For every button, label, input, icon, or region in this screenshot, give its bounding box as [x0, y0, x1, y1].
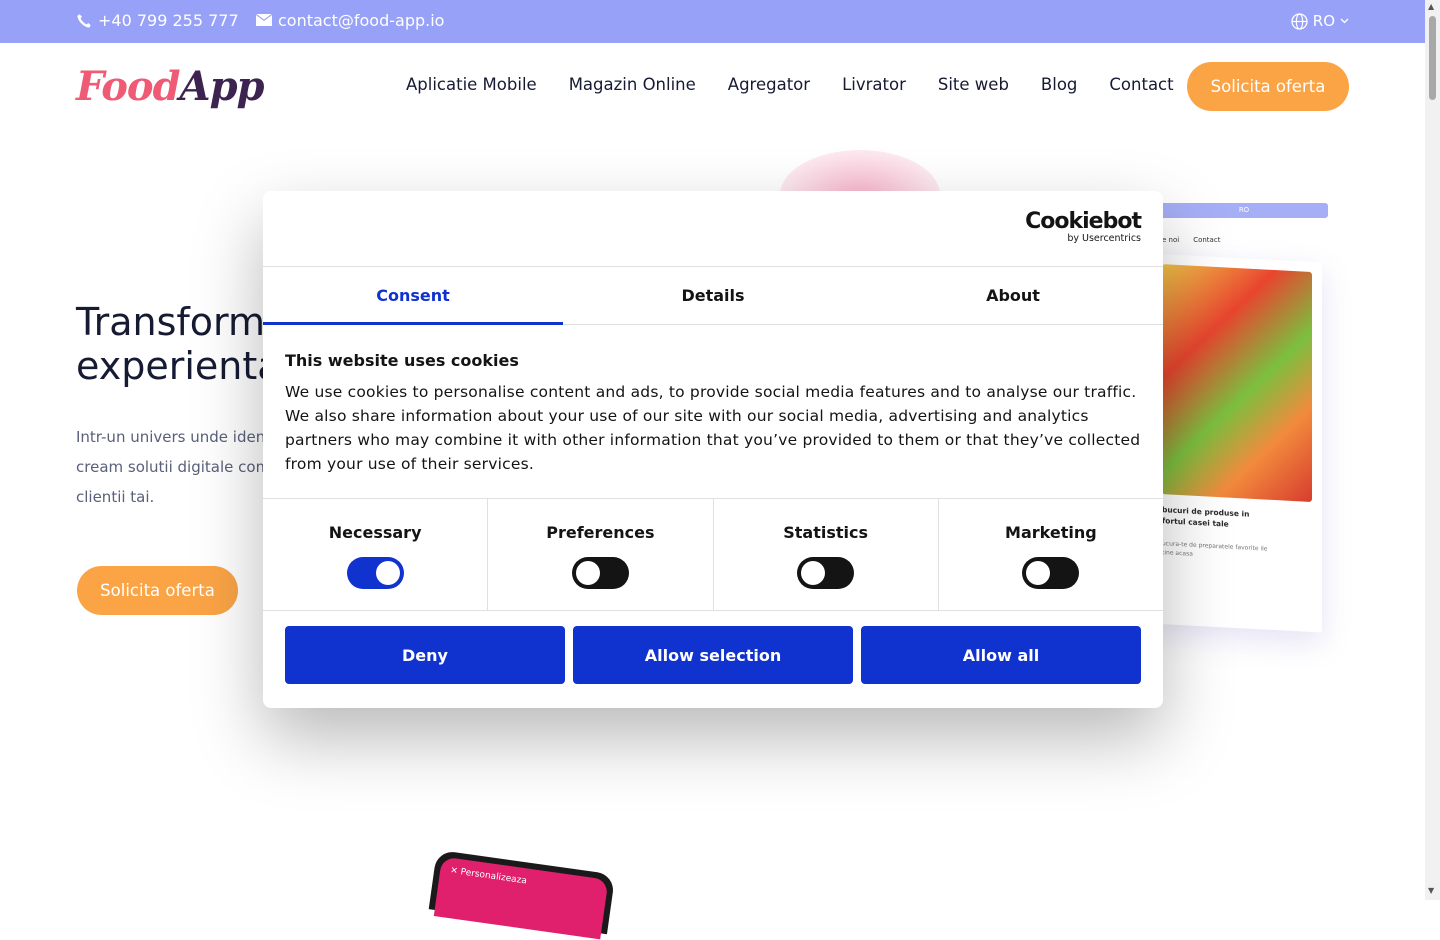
website-mockup: RO e noi Contact bucuri de produse in fo…	[1150, 203, 1330, 633]
chevron-down-icon	[1340, 18, 1349, 24]
nav-site-web[interactable]: Site web	[938, 75, 1009, 94]
foodapp-logo[interactable]: FoodApp	[76, 63, 265, 110]
nav-agregator[interactable]: Agregator	[728, 75, 810, 94]
allow-all-button[interactable]: Allow all	[861, 626, 1141, 684]
tab-details[interactable]: Details	[563, 267, 863, 324]
nav-contact[interactable]: Contact	[1109, 75, 1173, 94]
mockup-topbar: RO	[1160, 203, 1328, 218]
site-header: FoodApp Aplicatie Mobile Magazin Online …	[0, 43, 1425, 131]
cookie-consent-dialog: Cookiebot by Usercentrics Consent Detail…	[263, 191, 1163, 708]
tab-consent[interactable]: Consent	[263, 267, 563, 325]
globe-icon	[1291, 12, 1308, 30]
hero-title-line2: experienta	[76, 344, 281, 388]
dialog-header: Cookiebot by Usercentrics	[263, 191, 1163, 267]
phone-contact[interactable]: +40 799 255 777	[76, 11, 239, 30]
top-contact-bar: +40 799 255 777 contact@food-app.io RO	[0, 0, 1425, 43]
mockup-card: bucuri de produse in fortul casei tale u…	[1150, 253, 1322, 633]
mockup-caption: bucuri de produse in fortul casei tale	[1162, 505, 1250, 529]
allow-selection-button[interactable]: Allow selection	[573, 626, 853, 684]
dialog-description: We use cookies to personalise content an…	[285, 383, 1141, 473]
hero-title-line1: Transforma	[76, 300, 289, 344]
tab-about[interactable]: About	[863, 267, 1163, 324]
dialog-title: This website uses cookies	[285, 351, 519, 370]
toggle-marketing: Marketing	[939, 499, 1163, 610]
main-nav: Aplicatie Mobile Magazin Online Agregato…	[406, 75, 1174, 94]
scrollbar-thumb[interactable]	[1429, 16, 1436, 100]
nav-livrator[interactable]: Livrator	[842, 75, 906, 94]
phone-icon	[77, 13, 91, 28]
preferences-switch[interactable]	[571, 557, 629, 589]
groceries-image	[1162, 264, 1312, 502]
dialog-body: This website uses cookies We use cookies…	[263, 325, 1163, 499]
toggle-label: Necessary	[328, 523, 422, 542]
language-selector[interactable]: RO	[1291, 12, 1349, 30]
marketing-switch[interactable]	[1022, 557, 1080, 589]
toggle-label: Marketing	[1005, 523, 1097, 542]
email-address: contact@food-app.io	[278, 11, 445, 30]
toggle-statistics: Statistics	[714, 499, 939, 610]
cookiebot-logo[interactable]: Cookiebot by Usercentrics	[1025, 209, 1142, 245]
mockup-lang: RO	[1238, 206, 1250, 214]
phone-mockup: ✕ Personalizeaza	[428, 849, 616, 940]
nav-aplicatie-mobile[interactable]: Aplicatie Mobile	[406, 75, 537, 94]
page-scrollbar[interactable]: ▲ ▼	[1425, 0, 1440, 900]
mockup-nav: e noi Contact	[1162, 236, 1220, 244]
language-code: RO	[1312, 12, 1335, 30]
toggle-necessary: Necessary	[263, 499, 489, 610]
phone-screen: ✕ Personalizeaza	[433, 856, 609, 940]
cookiebot-brand: Cookiebot	[1025, 209, 1142, 234]
mockup-nav-item: Contact	[1193, 236, 1221, 244]
switch-knob	[801, 561, 826, 585]
toggle-preferences: Preferences	[488, 499, 714, 610]
phone-screen-title: Personalizeaza	[459, 867, 528, 887]
nav-blog[interactable]: Blog	[1041, 75, 1077, 94]
necessary-switch[interactable]	[346, 557, 404, 589]
switch-knob	[575, 561, 600, 585]
phone-number: +40 799 255 777	[98, 11, 239, 30]
envelope-icon	[256, 14, 272, 26]
hero-title: Transforma experienta	[76, 300, 288, 388]
logo-food: Food	[76, 63, 181, 110]
mockup-subcaption: ucura-te de preparatele favorite ile tin…	[1162, 540, 1268, 558]
cookiebot-sub: by Usercentrics	[1067, 233, 1141, 244]
consent-toggles: Necessary Preferences Statistics Marketi…	[263, 499, 1163, 611]
deny-button[interactable]: Deny	[285, 626, 565, 684]
toggle-label: Preferences	[546, 523, 655, 542]
nav-magazin-online[interactable]: Magazin Online	[569, 75, 696, 94]
mockup-nav-item: e noi	[1162, 236, 1180, 244]
scroll-up-arrow-icon[interactable]: ▲	[1428, 2, 1434, 11]
switch-knob	[1026, 561, 1051, 585]
switch-knob	[375, 561, 400, 585]
email-contact[interactable]: contact@food-app.io	[256, 11, 444, 30]
request-offer-button[interactable]: Solicita oferta	[1187, 62, 1349, 111]
scroll-down-arrow-icon[interactable]: ▼	[1428, 886, 1434, 895]
toggle-label: Statistics	[783, 523, 868, 542]
statistics-switch[interactable]	[797, 557, 855, 589]
dialog-actions: Deny Allow selection Allow all	[263, 611, 1163, 699]
hero-request-offer-button[interactable]: Solicita oferta	[77, 566, 238, 615]
dialog-tabs: Consent Details About	[263, 267, 1163, 325]
logo-app: App	[179, 63, 265, 110]
